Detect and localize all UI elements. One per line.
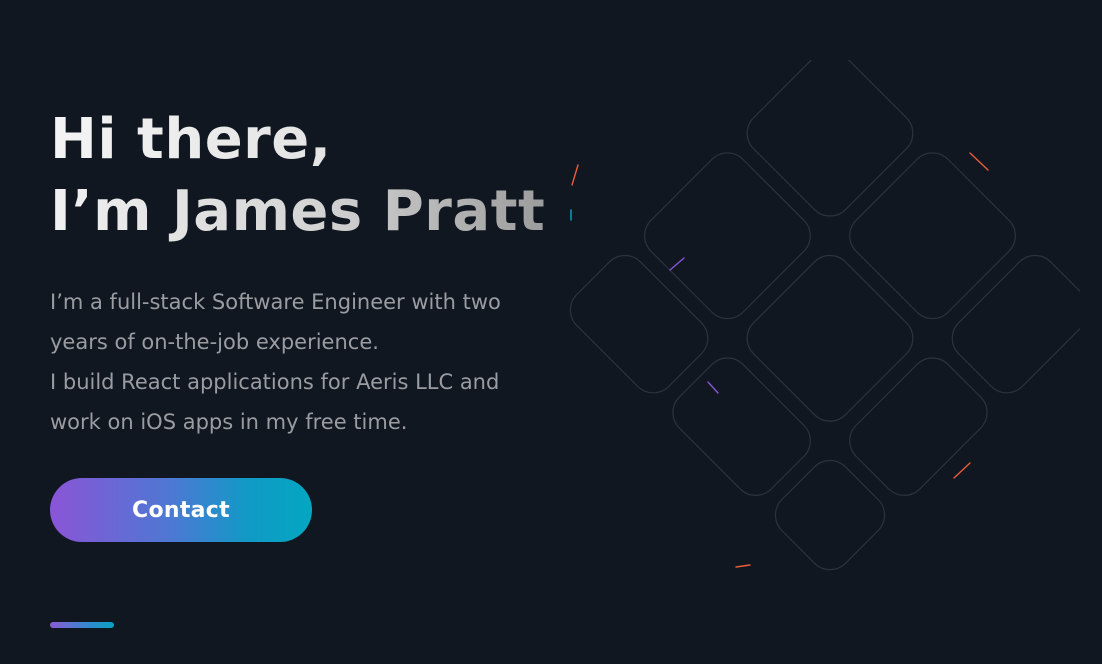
- diamond-grid-pattern-icon: [569, 60, 1080, 571]
- greeting-line-2: I’m James Pratt: [50, 176, 545, 248]
- greeting-line-1: Hi there,: [50, 104, 545, 176]
- bio-line: years of on-the-job experience.: [50, 330, 379, 354]
- bio-line: work on iOS apps in my free time.: [50, 410, 408, 434]
- bio-line: I build React applications for Aeris LLC…: [50, 370, 500, 394]
- hero-section: Hi there, I’m James Pratt I’m a full-sta…: [0, 0, 1102, 664]
- gradient-bar-icon: [50, 622, 114, 628]
- bio-line: I’m a full-stack Software Engineer with …: [50, 290, 501, 314]
- contact-button[interactable]: Contact: [50, 478, 312, 542]
- hero-title: Hi there, I’m James Pratt: [50, 104, 545, 248]
- bio-paragraph: I’m a full-stack Software Engineer with …: [50, 282, 570, 442]
